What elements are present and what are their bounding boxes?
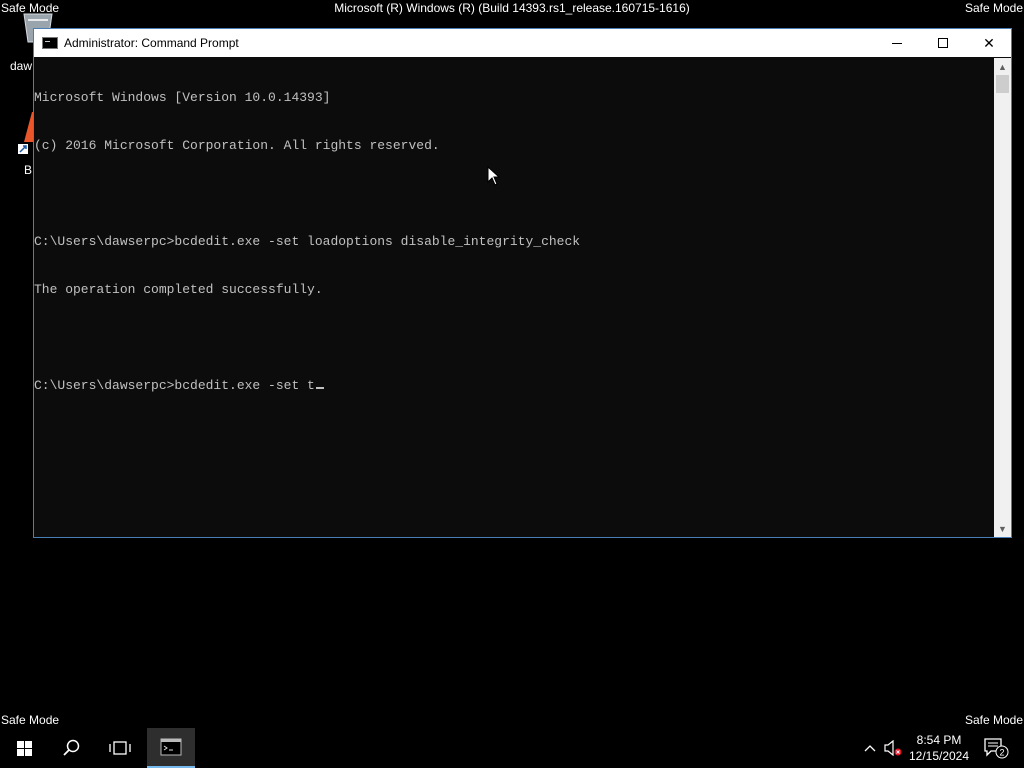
command-prompt-window[interactable]: Administrator: Command Prompt ✕ Microsof… bbox=[33, 28, 1012, 538]
recycle-bin-label: daw bbox=[10, 59, 33, 73]
action-center-button[interactable]: 2 bbox=[976, 728, 1016, 768]
console-current-input: C:\Users\dawserpc>bcdedit.exe -set t bbox=[34, 378, 315, 393]
app-shortcut-label: B bbox=[24, 163, 33, 177]
cmd-icon bbox=[42, 37, 58, 49]
scroll-up-button[interactable]: ▲ bbox=[994, 58, 1011, 75]
safe-mode-label-bottom-left: Safe Mode bbox=[1, 713, 60, 727]
scroll-thumb[interactable] bbox=[996, 75, 1009, 93]
build-info: Microsoft (R) Windows (R) (Build 14393.r… bbox=[334, 1, 690, 15]
console-line: The operation completed successfully. bbox=[34, 282, 323, 297]
close-button[interactable]: ✕ bbox=[966, 29, 1012, 57]
text-cursor bbox=[315, 387, 324, 389]
volume-button[interactable] bbox=[882, 728, 904, 768]
minimize-button[interactable] bbox=[874, 29, 920, 57]
minimize-icon bbox=[892, 42, 902, 44]
task-view-icon bbox=[109, 741, 131, 755]
console-output[interactable]: Microsoft Windows [Version 10.0.14393] (… bbox=[34, 58, 994, 537]
vertical-scrollbar[interactable]: ▲ ▼ bbox=[994, 58, 1011, 537]
close-icon: ✕ bbox=[983, 34, 995, 51]
volume-muted-icon bbox=[884, 740, 902, 756]
console-line: (c) 2016 Microsoft Corporation. All righ… bbox=[34, 138, 440, 153]
maximize-button[interactable] bbox=[920, 29, 966, 57]
clock-button[interactable]: 8:54 PM 12/15/2024 bbox=[904, 728, 974, 768]
mouse-pointer-icon bbox=[487, 166, 501, 186]
taskbar: 8:54 PM 12/15/2024 2 bbox=[0, 728, 1024, 768]
window-title: Administrator: Command Prompt bbox=[64, 36, 239, 50]
taskbar-cmd-button[interactable] bbox=[147, 728, 195, 768]
chevron-up-icon bbox=[864, 745, 876, 752]
safe-mode-label-bottom-right: Safe Mode bbox=[964, 713, 1023, 727]
search-button[interactable] bbox=[48, 728, 96, 768]
console-input-line[interactable]: C:\Users\dawserpc>bcdedit.exe -set t bbox=[34, 378, 994, 394]
clock-date: 12/15/2024 bbox=[908, 749, 970, 763]
scroll-down-button[interactable]: ▼ bbox=[994, 520, 1011, 537]
cmd-icon bbox=[160, 738, 182, 756]
search-icon bbox=[63, 739, 80, 756]
maximize-icon bbox=[938, 38, 948, 48]
console-line: Microsoft Windows [Version 10.0.14393] bbox=[34, 90, 331, 105]
start-button[interactable] bbox=[0, 728, 48, 768]
chevron-down-icon: ▼ bbox=[998, 523, 1007, 534]
notification-icon: 2 bbox=[984, 738, 1009, 759]
task-view-button[interactable] bbox=[96, 728, 144, 768]
window-titlebar[interactable]: Administrator: Command Prompt ✕ bbox=[34, 29, 1011, 57]
show-hidden-icons-button[interactable] bbox=[858, 728, 882, 768]
console-line: C:\Users\dawserpc>bcdedit.exe -set loado… bbox=[34, 234, 581, 249]
windows-start-icon bbox=[16, 740, 32, 756]
chevron-up-icon: ▲ bbox=[998, 61, 1007, 72]
clock-time: 8:54 PM bbox=[916, 733, 962, 747]
notification-count: 2 bbox=[999, 748, 1004, 758]
